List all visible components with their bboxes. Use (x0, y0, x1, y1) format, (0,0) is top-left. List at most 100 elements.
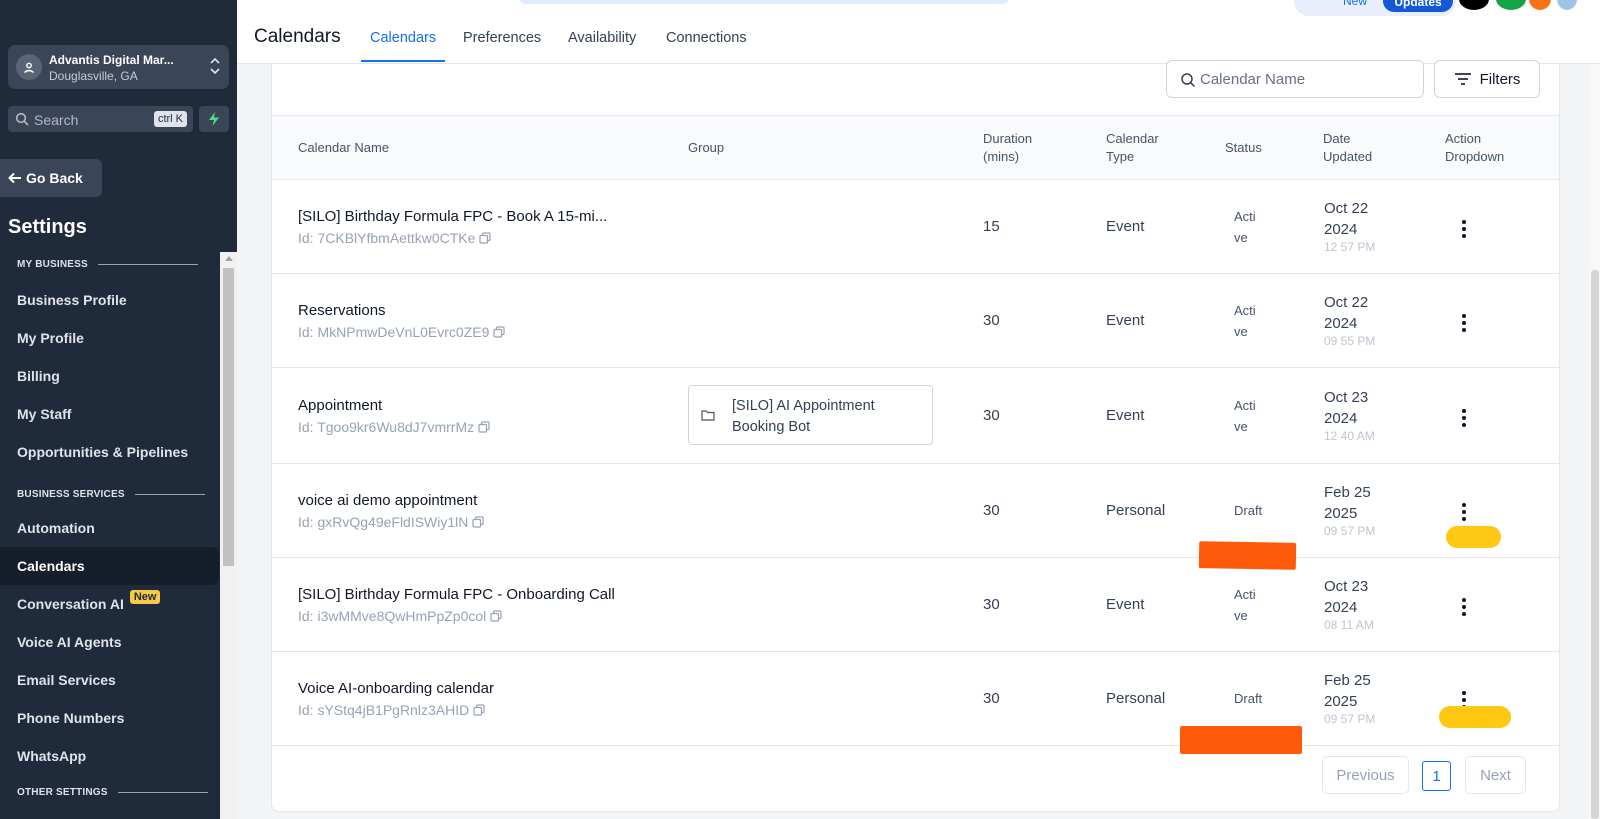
th-type-line2: Type (1106, 149, 1135, 164)
calendar-name-link[interactable]: Reservations (298, 302, 386, 319)
th-status[interactable]: Status (1225, 139, 1262, 157)
go-back-button[interactable]: Go Back (0, 159, 102, 197)
annotation-scribble-yellow (1446, 526, 1501, 548)
calendar-id-text: Id: 7CKBlYfbmAettkw0CTKe (298, 230, 476, 246)
th-group[interactable]: Group (688, 139, 724, 157)
sidebar-item-billing[interactable]: Billing (0, 357, 219, 395)
section-other-settings: OTHER SETTINGS (17, 787, 208, 798)
sidebar-item-my-profile[interactable]: My Profile (0, 319, 219, 357)
sidebar-scrollbar[interactable] (220, 252, 237, 819)
user-avatar[interactable] (1557, 0, 1577, 10)
sidebar-item-business-profile[interactable]: Business Profile (0, 281, 219, 319)
help-icon[interactable] (1459, 0, 1489, 10)
action-dropdown-icon[interactable] (1456, 217, 1472, 241)
annotation-scribble-orange (1198, 541, 1297, 570)
calendar-type: Event (1106, 218, 1145, 235)
date-line2: 2025 (1324, 693, 1358, 710)
settings-nav: MY BUSINESS Business Profile My Profile … (0, 252, 219, 819)
whats-new-pill[interactable]: New Updates (1294, 0, 1456, 16)
calendar-name-link[interactable]: Appointment (298, 397, 382, 414)
calendar-name-link[interactable]: voice ai demo appointment (298, 492, 477, 509)
time-updated: 09 55 PM (1324, 334, 1376, 348)
next-page-button[interactable]: Next (1465, 756, 1526, 794)
sidebar-item-my-staff[interactable]: My Staff (0, 395, 219, 433)
filter-icon (1454, 73, 1471, 85)
table-row[interactable]: [SILO] Birthday Formula FPC - Book A 15-… (272, 180, 1559, 274)
action-dropdown-icon[interactable] (1456, 500, 1472, 524)
copy-icon[interactable] (479, 232, 492, 244)
sidebar-search[interactable]: Search ctrl K (8, 106, 193, 132)
tab-availability[interactable]: Availability (568, 30, 636, 46)
tab-calendars[interactable]: Calendars (370, 30, 436, 46)
tab-connections[interactable]: Connections (666, 30, 747, 46)
action-dropdown-icon[interactable] (1456, 595, 1472, 619)
table-row[interactable]: [SILO] Birthday Formula FPC - Onboarding… (272, 558, 1559, 652)
group-chip[interactable]: [SILO] AI Appointment Booking Bot (688, 385, 933, 445)
main-scroll-thumb[interactable] (1591, 270, 1599, 819)
calendar-name-link[interactable]: [SILO] Birthday Formula FPC - Book A 15-… (298, 208, 607, 225)
sidebar-scroll-thumb[interactable] (223, 268, 234, 566)
th-calendar-type[interactable]: Calendar Type (1106, 130, 1159, 166)
copy-icon[interactable] (478, 421, 490, 433)
calendar-name-link[interactable]: [SILO] Birthday Formula FPC - Onboarding… (298, 586, 615, 603)
notification-icon[interactable] (1529, 0, 1551, 10)
section-label: MY BUSINESS (17, 259, 88, 270)
copy-icon[interactable] (472, 516, 485, 528)
chevron-updown-icon (210, 57, 220, 75)
sidebar-item-calendars[interactable]: Calendars (0, 547, 219, 585)
sidebar-item-label: Voice AI Agents (17, 634, 122, 650)
calendar-search[interactable] (1166, 60, 1424, 98)
th-calendar-name[interactable]: Calendar Name (298, 139, 389, 157)
sidebar-item-opportunities[interactable]: Opportunities & Pipelines (0, 433, 219, 471)
calendar-name-link[interactable]: Voice AI-onboarding calendar (298, 680, 494, 697)
time-updated: 09 57 PM (1324, 524, 1376, 538)
location-avatar (16, 54, 42, 80)
date-updated: Oct 22 2024 (1324, 198, 1368, 240)
th-duration[interactable]: Duration (mins) (983, 130, 1032, 166)
date-line1: Feb 25 (1324, 484, 1371, 501)
sidebar-item-email-services[interactable]: Email Services (0, 661, 219, 699)
phone-icon[interactable] (1496, 0, 1526, 10)
sidebar-item-automation[interactable]: Automation (0, 509, 219, 547)
account-location: Douglasville, GA (49, 69, 138, 83)
folder-icon (701, 410, 715, 421)
action-dropdown-icon[interactable] (1456, 311, 1472, 335)
filters-button[interactable]: Filters (1434, 60, 1540, 98)
main-scrollbar[interactable] (1589, 64, 1600, 819)
calendar-id-text: Id: MkNPmwDeVnL0Evrc0ZE9 (298, 324, 490, 340)
table-row[interactable]: Reservations Id: MkNPmwDeVnL0Evrc0ZE9 30… (272, 274, 1559, 368)
date-line2: 2024 (1324, 315, 1358, 332)
quick-actions-button[interactable] (199, 106, 229, 132)
sidebar-item-label: My Profile (17, 330, 84, 346)
time-updated: 08 11 AM (1324, 618, 1374, 632)
action-dropdown-icon[interactable] (1456, 406, 1472, 430)
account-switcher[interactable]: Advantis Digital Mar... Douglasville, GA (8, 45, 229, 89)
status-badge: Acti ve (1234, 206, 1256, 248)
sidebar-item-whatsapp[interactable]: WhatsApp (0, 737, 219, 775)
date-line2: 2024 (1324, 221, 1358, 238)
table-row[interactable]: Voice AI-onboarding calendar Id: sYStq4j… (272, 652, 1559, 746)
copy-icon[interactable] (490, 610, 502, 622)
calendar-id: Id: 7CKBlYfbmAettkw0CTKe (298, 230, 492, 246)
sidebar-item-label: My Staff (17, 406, 72, 422)
calendar-search-input[interactable] (1200, 69, 1415, 89)
updates-button[interactable]: Updates (1383, 0, 1453, 12)
sidebar-item-conversation-ai[interactable]: Conversation AI New (0, 585, 219, 623)
calendar-id: Id: Tgoo9kr6Wu8dJ7vmrrMz (298, 419, 490, 435)
calendar-id: Id: MkNPmwDeVnL0Evrc0ZE9 (298, 324, 506, 340)
table-row[interactable]: Appointment Id: Tgoo9kr6Wu8dJ7vmrrMz [SI… (272, 368, 1559, 464)
sidebar-item-phone-numbers[interactable]: Phone Numbers (0, 699, 219, 737)
annotation-scribble-orange (1180, 726, 1302, 754)
sidebar-item-label: Email Services (17, 672, 116, 688)
previous-page-button[interactable]: Previous (1322, 756, 1409, 794)
sidebar-item-voice-ai-agents[interactable]: Voice AI Agents (0, 623, 219, 661)
tab-preferences[interactable]: Preferences (463, 30, 541, 46)
th-date-updated[interactable]: Date Updated (1323, 130, 1372, 166)
scroll-up-arrow-icon[interactable] (225, 256, 233, 261)
sidebar-item-label: Billing (17, 368, 60, 384)
copy-icon[interactable] (493, 326, 506, 338)
page-number-button[interactable]: 1 (1422, 761, 1451, 791)
copy-icon[interactable] (473, 704, 485, 716)
table-row[interactable]: voice ai demo appointment Id: gxRvQg49eF… (272, 464, 1559, 558)
arrow-left-icon (8, 172, 21, 184)
